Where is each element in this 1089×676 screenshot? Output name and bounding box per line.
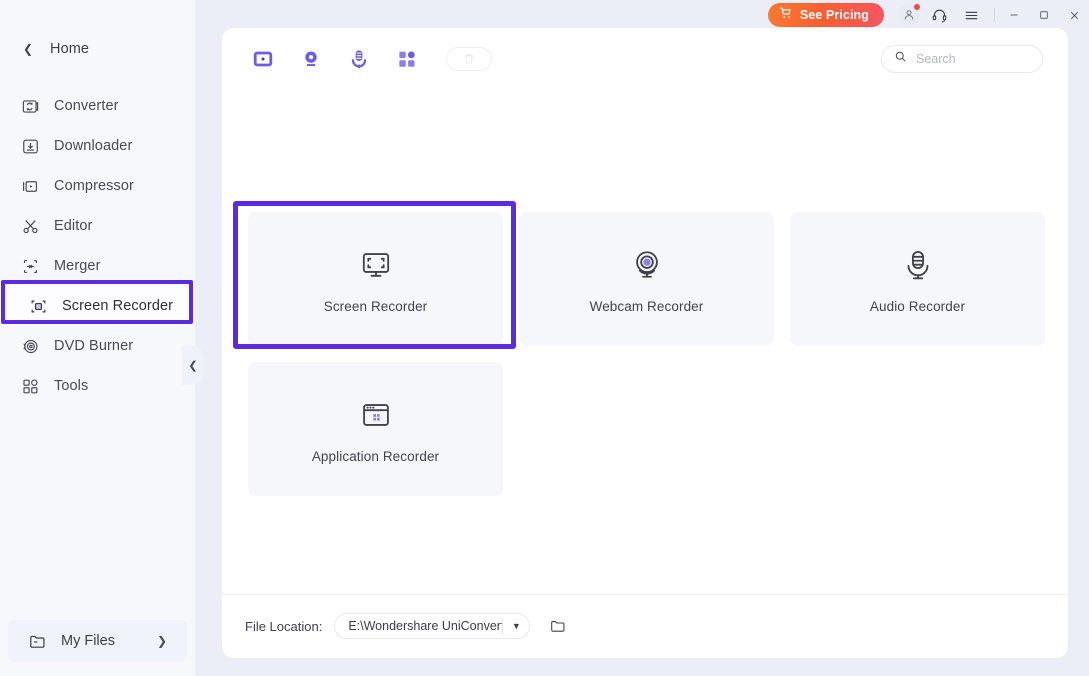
sidebar-item-label: Downloader: [54, 138, 133, 154]
sidebar-nav-list: Converter Downloader Compressor Editor M…: [0, 86, 195, 406]
app-window-icon: [359, 394, 393, 436]
recorder-mode-toolbar: Search: [222, 28, 1068, 90]
hamburger-menu-button[interactable]: [958, 2, 984, 28]
sidebar-item-label: Screen Recorder: [62, 298, 174, 314]
folder-icon: [26, 630, 48, 652]
card-label: Screen Recorder: [323, 299, 428, 314]
sidebar-item-screen-recorder[interactable]: Screen Recorder: [8, 286, 187, 326]
chevron-left-icon: ❮: [22, 42, 34, 56]
sidebar-item-dvd-burner[interactable]: DVD Burner: [0, 326, 195, 366]
sidebar-item-downloader[interactable]: Downloader: [0, 126, 195, 166]
see-pricing-label: See Pricing: [799, 8, 869, 22]
my-files-button[interactable]: My Files ❯: [8, 620, 187, 662]
downloader-icon: [19, 135, 41, 157]
file-location-label: File Location:: [245, 618, 323, 634]
microphone-icon: [901, 244, 935, 286]
search-input[interactable]: Search: [881, 45, 1043, 73]
card-label: Application Recorder: [311, 449, 440, 464]
home-nav-item[interactable]: ❮ Home: [0, 34, 195, 64]
sidebar-item-label: Compressor: [54, 178, 134, 194]
tools-grid-icon: [19, 375, 41, 397]
file-location-dropdown[interactable]: E:\Wondershare UniConverter 1 ▼: [334, 613, 531, 639]
converter-icon: [19, 95, 41, 117]
screen-recorder-icon: [27, 295, 49, 317]
screen-capture-icon: [359, 244, 393, 286]
sidebar-item-label: Merger: [54, 258, 101, 274]
sidebar-item-label: DVD Burner: [54, 338, 134, 354]
support-button[interactable]: [926, 2, 952, 28]
search-placeholder: Search: [916, 52, 956, 66]
file-location-bar: File Location: E:\Wondershare UniConvert…: [222, 594, 1068, 658]
sidebar-item-label: Tools: [54, 378, 89, 394]
sidebar-item-converter[interactable]: Converter: [0, 86, 195, 126]
card-label: Audio Recorder: [869, 299, 966, 314]
sidebar-collapse-button[interactable]: ❮: [182, 345, 204, 385]
title-bar: See Pricing: [195, 0, 1089, 30]
chevron-right-icon: ❯: [156, 634, 167, 648]
content-panel: Search Screen Recorder Webcam Recorder A…: [222, 28, 1068, 658]
account-button[interactable]: [898, 4, 920, 26]
shopping-cart-icon: [779, 6, 793, 25]
card-webcam-recorder[interactable]: Webcam Recorder: [519, 212, 774, 346]
search-icon: [894, 50, 907, 68]
recorder-card-grid: Screen Recorder Webcam Recorder Audio Re…: [248, 212, 1048, 496]
scissors-icon: [19, 215, 41, 237]
microphone-icon[interactable]: [342, 42, 376, 76]
minimize-button[interactable]: [999, 0, 1029, 30]
close-button[interactable]: [1059, 0, 1089, 30]
compressor-icon: [19, 175, 41, 197]
merger-icon: [19, 255, 41, 277]
card-application-recorder[interactable]: Application Recorder: [248, 362, 503, 496]
my-files-label: My Files: [61, 633, 115, 649]
grid-apps-icon[interactable]: [390, 42, 424, 76]
maximize-button[interactable]: [1029, 0, 1059, 30]
sidebar-item-merger[interactable]: Merger: [0, 246, 195, 286]
card-audio-recorder[interactable]: Audio Recorder: [790, 212, 1045, 346]
sidebar-item-compressor[interactable]: Compressor: [0, 166, 195, 206]
notification-dot: [914, 4, 920, 10]
titlebar-divider: [994, 8, 995, 22]
sidebar-item-editor[interactable]: Editor: [0, 206, 195, 246]
sidebar-item-label: Converter: [54, 98, 119, 114]
card-label: Webcam Recorder: [589, 299, 704, 314]
delete-button[interactable]: [446, 47, 492, 71]
webcam-icon: [630, 244, 664, 286]
home-label: Home: [50, 41, 90, 57]
sidebar-item-label: Editor: [54, 218, 93, 234]
file-location-value: E:\Wondershare UniConverter 1: [348, 619, 502, 633]
sidebar-item-tools[interactable]: Tools: [0, 366, 195, 406]
card-screen-recorder[interactable]: Screen Recorder: [248, 212, 503, 346]
disc-icon: [19, 335, 41, 357]
see-pricing-button[interactable]: See Pricing: [767, 3, 884, 27]
browse-folder-button[interactable]: [547, 615, 569, 637]
screen-capture-icon[interactable]: [246, 42, 280, 76]
webcam-icon[interactable]: [294, 42, 328, 76]
sidebar: ❮ Home Converter Downloader Compressor E…: [0, 0, 195, 676]
application-window: ❮ Home Converter Downloader Compressor E…: [0, 0, 1089, 676]
chevron-down-icon: ▼: [511, 621, 521, 631]
